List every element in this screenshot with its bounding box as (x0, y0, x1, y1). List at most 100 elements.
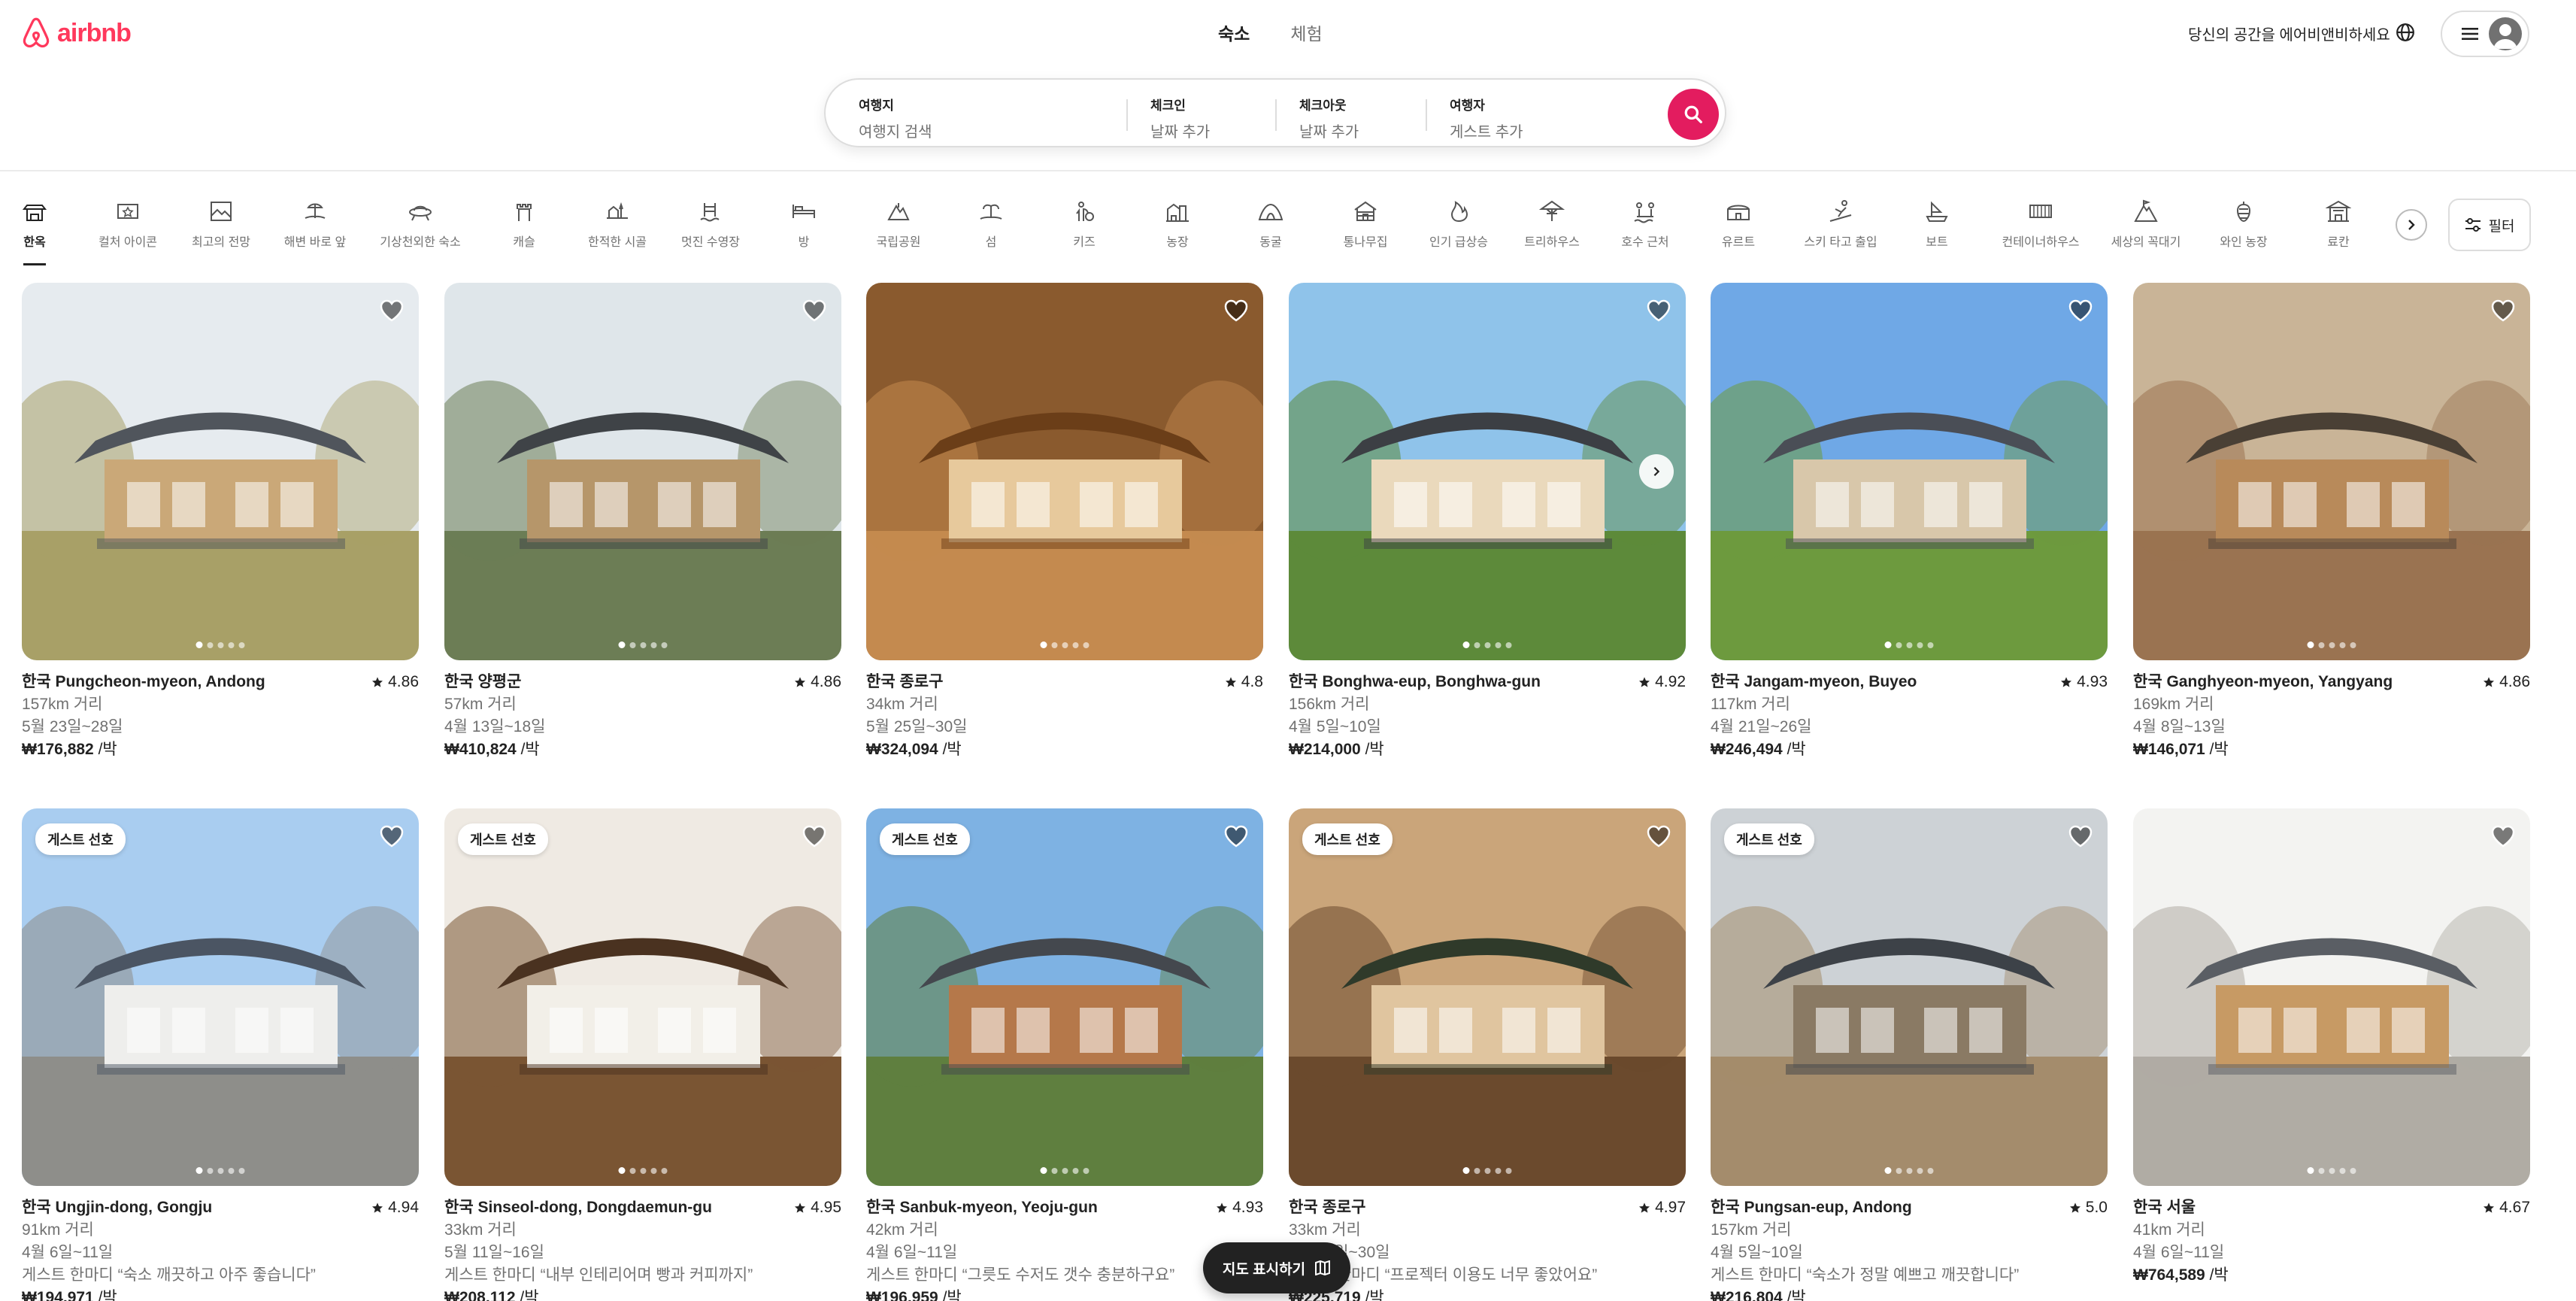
listing-photo[interactable] (1289, 283, 1686, 660)
category-grape[interactable]: 와인 농장 (2191, 194, 2296, 250)
listing-card[interactable]: 한국 종로구 4.8 34km 거리 5월 25일~30일 ₩324,094 /박 (866, 283, 1263, 761)
checkin-field[interactable]: 체크인 날짜 추가 (1150, 95, 1271, 141)
category-summit[interactable]: 세상의 꼭대기 (2093, 194, 2199, 250)
category-ryokan[interactable]: 료칸 (2286, 194, 2391, 250)
wishlist-heart-icon[interactable] (802, 299, 826, 322)
listing-photo[interactable]: 게스트 선호 (1711, 808, 2108, 1186)
category-boat[interactable]: 보트 (1884, 194, 1990, 250)
wishlist-heart-icon[interactable] (2491, 299, 2515, 322)
wishlist-heart-icon[interactable] (2068, 299, 2093, 322)
pagination-dot (228, 641, 235, 648)
listing-card[interactable]: 게스트 선호한국 Sinseol-dong, Dongdaemun-gu 4.95… (444, 808, 841, 1301)
category-label: 한옥 (23, 236, 46, 249)
category-ufo[interactable]: 기상천외한 숙소 (368, 194, 473, 250)
category-farm[interactable]: 농장 (1125, 194, 1230, 250)
pagination-dot (640, 641, 647, 648)
listing-card[interactable]: 한국 양평군 4.86 57km 거리 4월 13일~18일 ₩410,824 /박 (444, 283, 841, 761)
search-button[interactable] (1668, 89, 1719, 140)
category-island[interactable]: 섬 (938, 194, 1044, 250)
listing-photo[interactable]: 게스트 선호 (444, 808, 841, 1186)
treehouse-icon (1539, 200, 1565, 221)
wishlist-heart-icon[interactable] (2068, 825, 2093, 848)
listing-photo[interactable]: 게스트 선호 (1289, 808, 1686, 1186)
rating-value: 4.8 (1241, 673, 1263, 690)
listing-card[interactable]: 한국 Pungcheon-myeon, Andong 4.86 157km 거리 5월… (22, 283, 419, 761)
listing-card[interactable]: 한국 Bonghwa-eup, Bonghwa-gun 4.92 156km 거리 4… (1289, 283, 1686, 761)
hanok-house-illustration (866, 808, 1263, 1186)
listing-card[interactable]: 게스트 선호 한국 Sanbuk-myeon, Yeoju-gun 4.93 42km… (866, 808, 1263, 1301)
category-lake[interactable]: 호수 근처 (1593, 194, 1698, 250)
where-field[interactable]: 여행지 여행지 검색 (859, 95, 1114, 141)
globe-icon[interactable] (2396, 23, 2415, 42)
listing-photo[interactable]: 게스트 선호 (22, 808, 419, 1186)
wishlist-heart-icon[interactable] (1224, 299, 1248, 322)
wishlist-heart-icon[interactable] (1647, 825, 1671, 848)
category-fire[interactable]: 인기 급상승 (1406, 194, 1511, 250)
category-container[interactable]: 컨테이너하우스 (1988, 194, 2093, 250)
category-park[interactable]: 국립공원 (846, 194, 951, 250)
category-ski[interactable]: 스키 타고 출입 (1788, 194, 1893, 250)
listing-info: 한국 Sinseol-dong, Dongdaemun-gu 4.95 33km 거… (444, 1196, 841, 1301)
listing-card[interactable]: 게스트 선호 한국 Pungsan-eup, Andong 5.0 157km 거리 4… (1711, 808, 2108, 1301)
price-unit: /박 (1360, 1289, 1384, 1301)
tab-experiences[interactable]: 체험 (1290, 20, 1322, 45)
listing-price: ₩764,589 /박 (2133, 1264, 2530, 1287)
category-kids[interactable]: 키즈 (1032, 194, 1137, 250)
host-link[interactable]: 당신의 공간을 에어비앤비하세요 (2188, 23, 2390, 44)
category-bed[interactable]: 방 (751, 194, 856, 250)
wishlist-heart-icon[interactable] (2491, 825, 2515, 848)
listing-card[interactable]: 한국 Ganghyeon-myeon, Yangyang 4.86 169km 거리… (2133, 283, 2530, 761)
listing-location: 한국 종로구 (1289, 1199, 1366, 1216)
listing-photo[interactable]: 게스트 선호 (866, 808, 1263, 1186)
listing-card[interactable]: 게스트 선호 한국 Ungjin-dong, Gongju 4.94 91km 거리 4… (22, 808, 419, 1301)
category-scroll-next-button[interactable] (2396, 209, 2427, 241)
listing-card[interactable]: 한국 서울 4.67 41km 거리 4월 6일~11일 ₩764,589 /박 (2133, 808, 2530, 1287)
wishlist-heart-icon[interactable] (380, 299, 404, 322)
listing-photo[interactable] (1711, 283, 2108, 660)
wishlist-heart-icon[interactable] (380, 825, 404, 848)
next-photo-button[interactable] (1639, 454, 1674, 489)
category-beach[interactable]: 해변 바로 앞 (262, 194, 368, 250)
category-cabin[interactable]: 통나무집 (1313, 194, 1418, 250)
tab-stays[interactable]: 숙소 (1218, 20, 1250, 45)
guests-field[interactable]: 여행자 게스트 추가 (1450, 95, 1645, 141)
checkout-field[interactable]: 체크아웃 날짜 추가 (1299, 95, 1420, 141)
listing-card[interactable]: 게스트 선호한국 종로구4.9733km 거리4월 25일~30일게스트 한마디… (1289, 808, 1686, 1301)
listing-photo[interactable] (2133, 283, 2530, 660)
listing-photo[interactable] (2133, 808, 2530, 1186)
listing-photo[interactable] (444, 283, 841, 660)
pagination-dot (2339, 641, 2346, 648)
star-icon (2484, 677, 2495, 687)
category-ticket[interactable]: 컬처 아이콘 (75, 194, 180, 250)
listing-distance: 169km 거리 (2133, 696, 2214, 713)
category-label: 한적한 시골 (587, 236, 647, 249)
listing-info: 한국 종로구4.9733km 거리4월 25일~30일게스트 한마디 “프로젝터… (1289, 1196, 1686, 1301)
hanok-house-illustration (444, 283, 841, 660)
category-treehouse[interactable]: 트리하우스 (1499, 194, 1605, 250)
pagination-dot (1927, 1167, 1934, 1174)
category-cave[interactable]: 동굴 (1218, 194, 1323, 250)
listing-card[interactable]: 한국 Jangam-myeon, Buyeo 4.93 117km 거리 4월 21일… (1711, 283, 2108, 761)
category-castle[interactable]: 캐슬 (471, 194, 577, 250)
airbnb-logo[interactable]: airbnb (21, 17, 132, 50)
category-view[interactable]: 최고의 전망 (168, 194, 274, 250)
category-hanok[interactable]: 한옥 (0, 194, 87, 265)
pagination-dot (1495, 641, 1502, 648)
price-unit: /박 (938, 741, 962, 758)
user-menu-button[interactable] (2441, 11, 2529, 57)
listing-photo[interactable] (866, 283, 1263, 660)
guest-favorite-badge: 게스트 선호 (458, 823, 548, 855)
filter-button[interactable]: 필터 (2448, 199, 2531, 251)
listing-info: 한국 서울 4.67 41km 거리 4월 6일~11일 ₩764,589 /박 (2133, 1196, 2530, 1287)
category-yurt[interactable]: 유르트 (1686, 194, 1791, 250)
wishlist-heart-icon[interactable] (1224, 825, 1248, 848)
pagination-dot (1051, 641, 1058, 648)
grape-icon (2236, 202, 2251, 223)
category-countryside[interactable]: 한적한 시골 (565, 194, 670, 250)
wishlist-heart-icon[interactable] (1647, 299, 1671, 322)
show-map-button[interactable]: 지도 표시하기 (1203, 1242, 1350, 1293)
listing-photo[interactable] (22, 283, 419, 660)
container-icon (2029, 205, 2052, 218)
category-pool[interactable]: 멋진 수영장 (658, 194, 763, 250)
wishlist-heart-icon[interactable] (802, 825, 826, 848)
